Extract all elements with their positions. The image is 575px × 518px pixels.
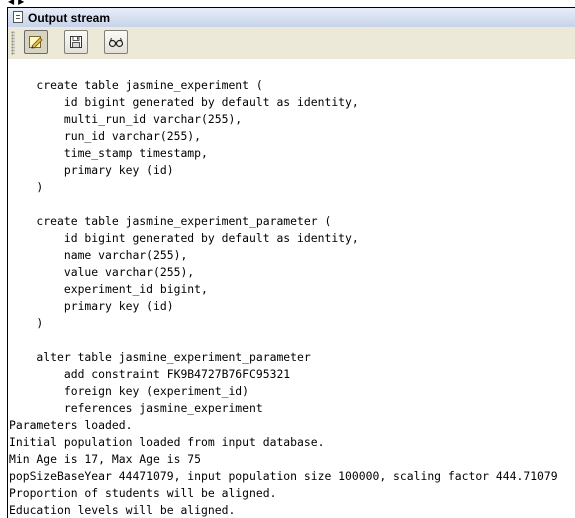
output-line: create table jasmine_experiment_paramete…: [9, 214, 332, 228]
glasses-icon: [108, 37, 124, 48]
save-button[interactable]: [64, 30, 88, 54]
panel-left-border: [7, 59, 8, 518]
output-line: alter table jasmine_experiment_parameter: [9, 350, 311, 364]
output-stream-window: ◀ ▶ Output stream create table jasmine_e…: [0, 0, 575, 518]
output-line: id bigint generated by default as identi…: [9, 231, 359, 245]
output-line: Initial population loaded from input dat…: [9, 435, 325, 449]
window-title: Output stream: [28, 11, 111, 25]
output-line: popSizeBaseYear 44471079, input populati…: [9, 469, 558, 483]
output-line: name varchar(255),: [9, 248, 188, 262]
output-line: add constraint FK9B4727B76FC95321: [9, 367, 291, 381]
output-line: Min Age is 17, Max Age is 75: [9, 452, 202, 466]
top-strip: ◀ ▶: [0, 0, 575, 7]
output-line: primary key (id): [9, 299, 174, 313]
output-line: experiment_id bigint,: [9, 282, 208, 296]
eraser-icon: [29, 36, 43, 49]
output-line: value varchar(255),: [9, 265, 195, 279]
toolbar-grip-icon[interactable]: [11, 31, 15, 55]
output-line: references jasmine_experiment: [9, 401, 263, 415]
output-line: primary key (id): [9, 163, 174, 177]
title-bar[interactable]: Output stream: [7, 7, 575, 27]
find-button[interactable]: [104, 30, 128, 54]
output-line: time_stamp timestamp,: [9, 146, 208, 160]
output-line: Education levels will be aligned.: [9, 503, 236, 517]
save-icon: [70, 36, 82, 48]
output-line: Parameters loaded.: [9, 418, 133, 432]
output-text-area[interactable]: create table jasmine_experiment ( id big…: [9, 60, 575, 518]
output-lines: create table jasmine_experiment ( id big…: [9, 60, 575, 518]
output-line: multi_run_id varchar(255),: [9, 112, 243, 126]
splitter-arrows-icon[interactable]: ◀ ▶: [8, 0, 28, 6]
output-line: ): [9, 180, 44, 194]
output-line: foreign key (experiment_id): [9, 384, 250, 398]
output-line: create table jasmine_experiment (: [9, 78, 263, 92]
clear-button[interactable]: [24, 30, 48, 54]
toolbar: [7, 27, 575, 59]
output-line: ): [9, 316, 44, 330]
output-line: id bigint generated by default as identi…: [9, 95, 359, 109]
document-icon: [13, 11, 23, 23]
output-line: Proportion of students will be aligned.: [9, 486, 277, 500]
output-line: run_id varchar(255),: [9, 129, 202, 143]
